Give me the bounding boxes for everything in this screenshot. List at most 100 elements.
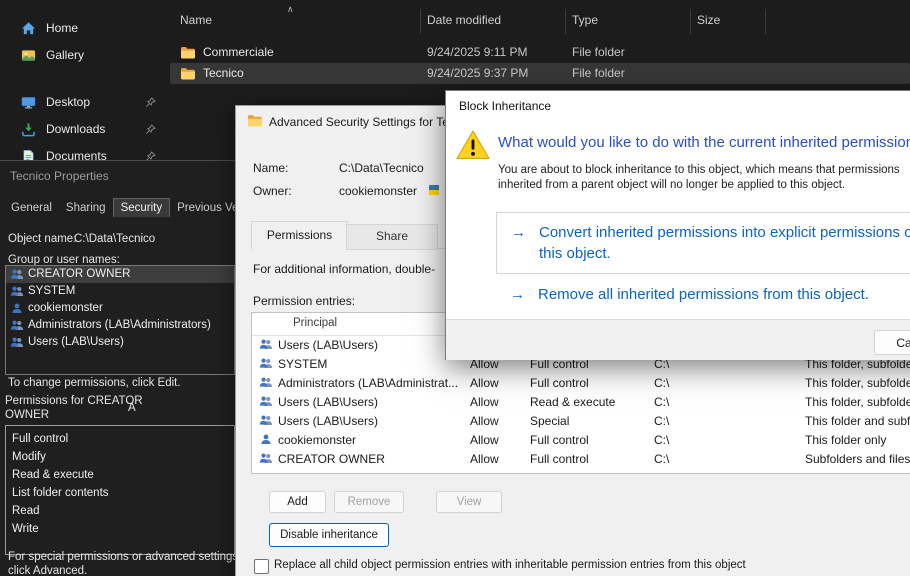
- column-header-row: Name ∧ Date modified Type Size: [170, 8, 910, 35]
- permission-entry-row[interactable]: Users (LAB\Users) Allow Read & execute C…: [252, 392, 910, 411]
- remove-permissions-option[interactable]: → Remove all inherited permissions from …: [496, 284, 910, 312]
- permission-item[interactable]: Read: [6, 502, 234, 520]
- file-type: File folder: [572, 66, 625, 80]
- file-date-modified: 9/24/2025 9:11 PM: [427, 45, 528, 59]
- column-divider[interactable]: [690, 9, 691, 34]
- permissions-for-label: Permissions for CREATOR: [5, 395, 143, 407]
- group-icon: [10, 285, 24, 298]
- list-item-cookiemonster[interactable]: cookiemonster: [6, 300, 234, 317]
- permission-entry-row[interactable]: Administrators (LAB\Administrat... Allow…: [252, 373, 910, 392]
- file-row-tecnico[interactable]: Tecnico 9/24/2025 9:37 PM File folder: [170, 63, 910, 84]
- desktop-screen: Home Gallery Desktop Downloads Documents…: [0, 0, 910, 576]
- tab-share[interactable]: Share: [346, 224, 438, 250]
- group-user-names-list[interactable]: CREATOR OWNER SYSTEM cookiemonster Admin…: [5, 265, 235, 375]
- command-arrow-icon: →: [510, 286, 525, 303]
- permission-item[interactable]: Full control: [6, 430, 234, 448]
- file-row-commerciale[interactable]: Commerciale 9/24/2025 9:11 PM File folde…: [170, 42, 910, 63]
- desktop-icon: [21, 95, 36, 110]
- tab-security[interactable]: Security: [113, 198, 171, 217]
- column-header-date-modified[interactable]: Date modified: [427, 13, 501, 27]
- block-inheritance-dialog: Block Inheritance What would you like to…: [445, 90, 910, 360]
- permission-entry-row[interactable]: CREATOR OWNER Allow Full control C:\ Sub…: [252, 449, 910, 468]
- sidebar-item-downloads[interactable]: Downloads: [0, 117, 170, 143]
- entry-applies-to: Subfolders and files only: [805, 452, 910, 466]
- tab-previous-versions[interactable]: Previous Versions: [170, 199, 238, 217]
- cancel-button[interactable]: Cancel: [874, 330, 910, 355]
- sort-ascending-icon: ∧: [287, 4, 294, 15]
- add-button[interactable]: Add: [269, 491, 326, 513]
- entry-principal: CREATOR OWNER: [278, 452, 385, 466]
- permission-item[interactable]: Read & execute: [6, 466, 234, 484]
- option-text: Remove all inherited permissions from th…: [538, 286, 869, 303]
- sidebar-item-desktop[interactable]: Desktop: [0, 90, 170, 116]
- entry-principal: Users (LAB\Users): [278, 414, 378, 428]
- group-icon: [10, 319, 24, 332]
- entry-applies-to: This folder only: [805, 433, 886, 447]
- replace-permissions-checkbox[interactable]: [254, 559, 269, 574]
- replace-permissions-label: Replace all child object permission entr…: [274, 559, 746, 571]
- permission-item[interactable]: Write: [6, 520, 234, 538]
- sidebar-item-label: Desktop: [46, 95, 90, 109]
- dialog-heading: What would you like to do with the curre…: [498, 134, 910, 151]
- permission-entries-label: Permission entries:: [253, 294, 355, 308]
- entry-principal: Administrators (LAB\Administrat...: [278, 376, 458, 390]
- home-icon: [21, 21, 36, 36]
- pin-icon: [144, 96, 157, 109]
- permission-item[interactable]: List folder contents: [6, 484, 234, 502]
- entry-applies-to: This folder, subfolders and files: [805, 376, 910, 390]
- entry-inherited-from: C:\: [654, 433, 669, 447]
- name-value: C:\Data\Tecnico: [339, 161, 424, 175]
- column-header-type[interactable]: Type: [572, 13, 598, 27]
- list-item-creator-owner[interactable]: CREATOR OWNER: [6, 266, 234, 283]
- column-header-name[interactable]: Name: [180, 13, 212, 27]
- group-icon: [10, 268, 24, 281]
- permissions-for-label-line2: OWNER: [5, 409, 49, 421]
- principal-name: Users (LAB\Users): [28, 336, 124, 348]
- permission-entry-row[interactable]: cookiemonster Allow Full control C:\ Thi…: [252, 430, 910, 449]
- owner-flag-icon: [428, 182, 440, 198]
- disable-inheritance-button[interactable]: Disable inheritance: [269, 523, 389, 547]
- group-icon: [259, 414, 273, 427]
- object-name-label: Object name:: [8, 233, 76, 245]
- dialog-body-line2: inherited from a parent object will no l…: [498, 179, 845, 191]
- sidebar-item-home[interactable]: Home: [0, 16, 170, 42]
- column-divider[interactable]: [565, 9, 566, 34]
- object-name-value: C:\Data\Tecnico: [74, 233, 155, 245]
- list-item-system[interactable]: SYSTEM: [6, 283, 234, 300]
- owner-label: Owner:: [253, 184, 292, 198]
- permission-entry-row[interactable]: Users (LAB\Users) Allow Special C:\ This…: [252, 411, 910, 430]
- entry-type: Allow: [470, 452, 499, 466]
- permission-item[interactable]: Modify: [6, 448, 234, 466]
- option-text: Convert inherited permissions into expli…: [539, 224, 910, 241]
- edit-hint: To change permissions, click Edit.: [8, 377, 181, 389]
- tab-sharing[interactable]: Sharing: [59, 199, 113, 217]
- tab-general[interactable]: General: [4, 199, 59, 217]
- group-icon: [259, 338, 273, 351]
- tecnico-properties-dialog: Tecnico Properties GeneralSharingSecurit…: [0, 160, 238, 576]
- list-item-users[interactable]: Users (LAB\Users): [6, 334, 234, 351]
- list-item-administrators[interactable]: Administrators (LAB\Administrators): [6, 317, 234, 334]
- advanced-hint-line2: click Advanced.: [8, 565, 87, 576]
- remove-button[interactable]: Remove: [334, 491, 404, 513]
- column-divider[interactable]: [420, 9, 421, 34]
- warning-icon: [455, 129, 491, 160]
- dialog-folder-icon: [247, 114, 263, 128]
- entry-principal: SYSTEM: [278, 357, 327, 371]
- view-button[interactable]: View: [436, 491, 502, 513]
- tab-permissions[interactable]: Permissions: [251, 221, 348, 249]
- permissions-list[interactable]: Full control Modify Read & execute List …: [5, 425, 235, 555]
- entry-inherited-from: C:\: [654, 395, 669, 409]
- downloads-icon: [21, 122, 36, 137]
- entry-access: Special: [530, 414, 569, 428]
- entry-access: Full control: [530, 433, 589, 447]
- sidebar-item-gallery[interactable]: Gallery: [0, 43, 170, 69]
- principal-name: Administrators (LAB\Administrators): [28, 319, 211, 331]
- entry-inherited-from: C:\: [654, 452, 669, 466]
- entry-access: Full control: [530, 376, 589, 390]
- convert-permissions-option[interactable]: → Convert inherited permissions into exp…: [496, 212, 910, 274]
- file-type: File folder: [572, 45, 625, 59]
- column-divider[interactable]: [765, 9, 766, 34]
- column-header-size[interactable]: Size: [697, 13, 720, 27]
- column-header-principal[interactable]: Principal: [293, 317, 337, 329]
- entry-type: Allow: [470, 395, 499, 409]
